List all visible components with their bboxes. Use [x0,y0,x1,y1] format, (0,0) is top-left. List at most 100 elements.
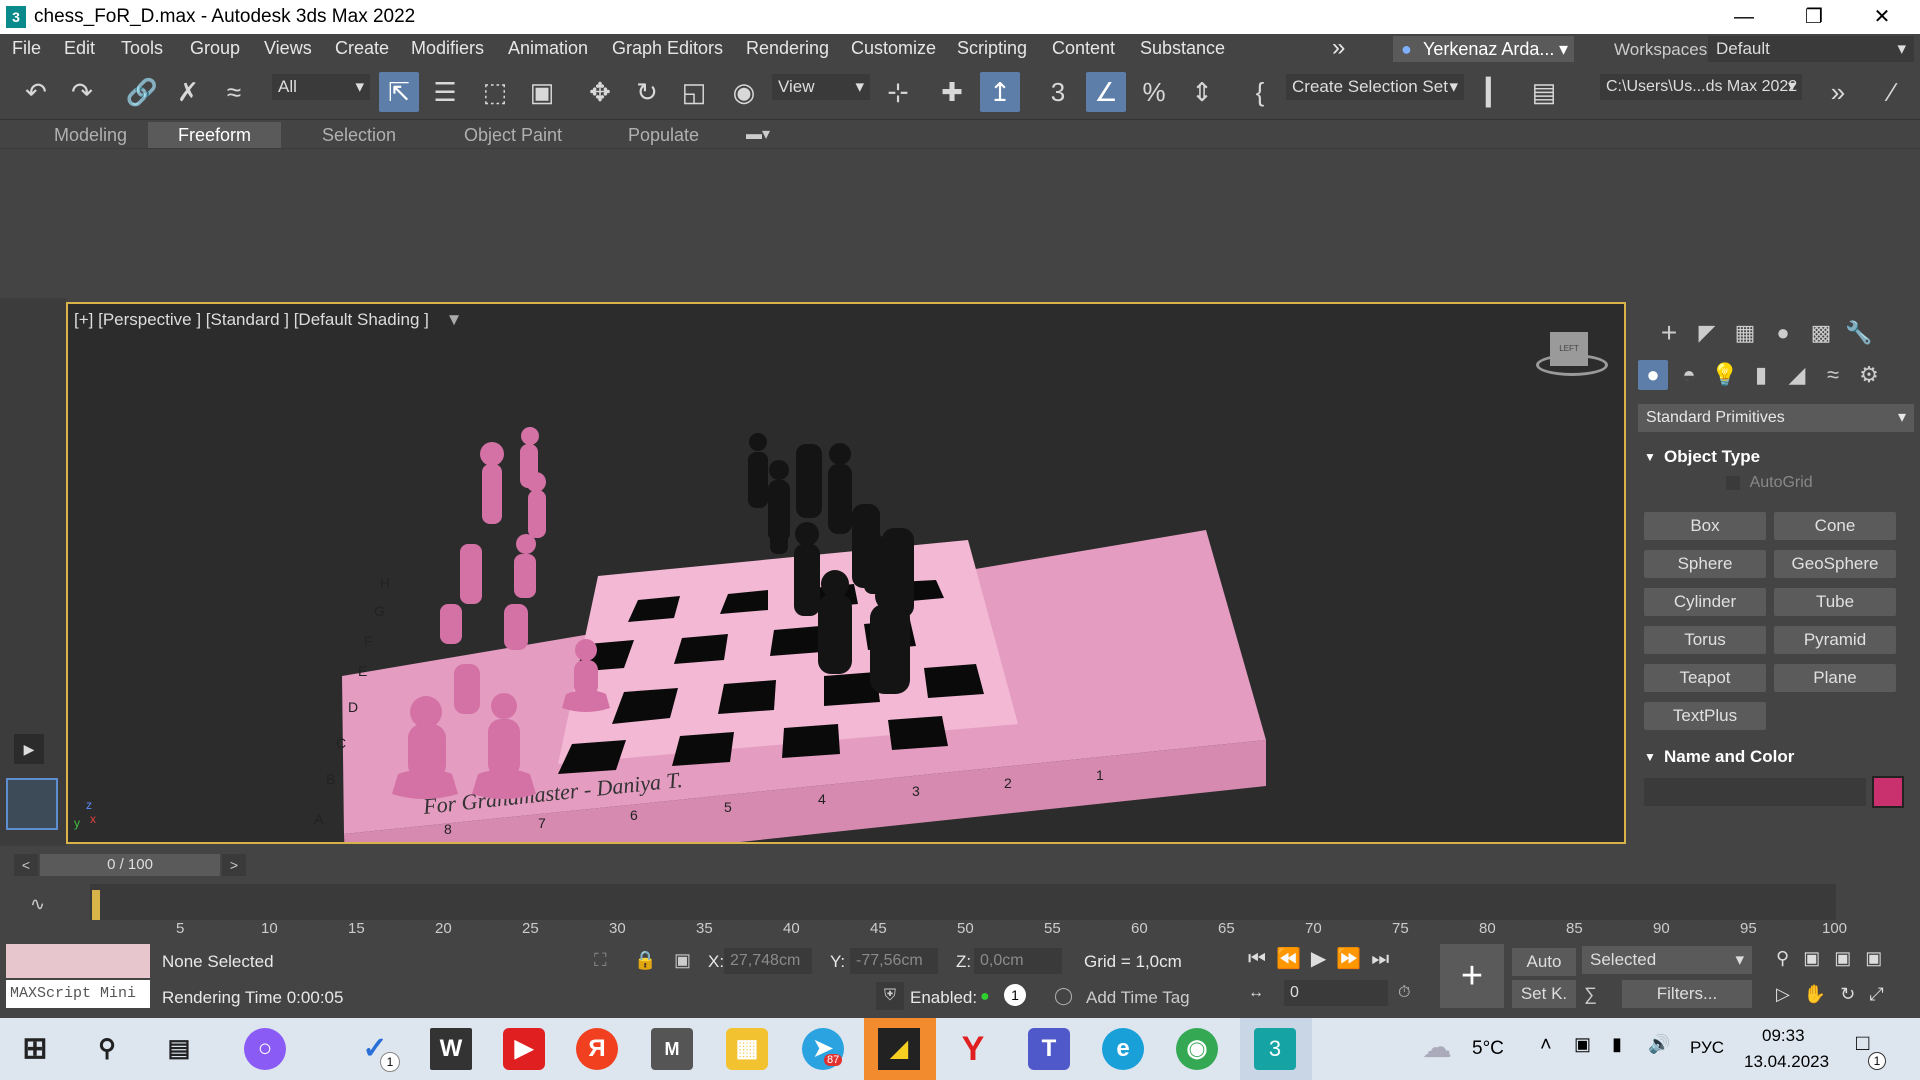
tab-modeling[interactable]: Modeling [24,122,157,148]
object-name-input[interactable] [1644,778,1866,806]
menu-group[interactable]: Group [190,38,240,59]
cameras-icon[interactable]: ▮ [1746,360,1776,390]
box-button[interactable]: Box [1644,512,1766,540]
hierarchy-tab-icon[interactable]: ▦ [1730,318,1760,348]
active-app-highlight[interactable]: 3 [1240,1018,1312,1080]
rectangular-selection-icon[interactable]: ⬚ [475,72,515,112]
snaps-toggle-icon[interactable]: 3 [1038,72,1078,112]
sphere-button[interactable]: Sphere [1644,550,1766,578]
field-of-view-icon[interactable]: ▷ [1776,984,1804,1004]
orbit-icon[interactable]: ↻ [1840,984,1869,1004]
next-frame-icon[interactable]: ⏩ [1336,948,1371,970]
frame-step-icon[interactable]: ↔ [1248,984,1264,1002]
spinner-snap-icon[interactable]: ⇕ [1182,72,1222,112]
time-config-icon[interactable]: ⏱ [1398,984,1410,1002]
display-tab-icon[interactable]: ▩ [1806,318,1836,348]
menu-tools[interactable]: Tools [121,38,163,59]
place-icon[interactable]: ◉ [724,72,764,112]
track-bar-ruler[interactable] [90,884,1836,920]
shield-icon[interactable]: ⛨ [876,982,904,1010]
youtube-icon[interactable]: ▶ [503,1028,545,1070]
object-color-swatch[interactable] [1872,776,1904,808]
menu-graph-editors[interactable]: Graph Editors [612,38,723,59]
menu-scripting[interactable]: Scripting [957,38,1027,59]
absolute-mode-icon[interactable]: ▣ [674,950,691,971]
zoom-icon[interactable]: ⚲ [1776,948,1803,968]
pyramid-button[interactable]: Pyramid [1774,626,1896,654]
cylinder-button[interactable]: Cylinder [1644,588,1766,616]
add-time-tag[interactable]: Add Time Tag [1086,988,1190,1008]
helpers-icon[interactable]: ◢ [1782,360,1812,390]
menu-edit[interactable]: Edit [64,38,95,59]
spacewarps-icon[interactable]: ≈ [1818,360,1848,390]
weather-temperature[interactable]: 5°C [1472,1038,1504,1060]
pivot-center-icon[interactable]: ⊹ [878,72,918,112]
tab-populate[interactable]: Populate [598,122,729,148]
menu-modifiers[interactable]: Modifiers [411,38,484,59]
angle-snap-icon[interactable]: ∠ [1086,72,1126,112]
close-button[interactable]: ✕ [1854,0,1910,34]
utilities-tab-icon[interactable]: 🔧 [1844,318,1874,348]
go-to-end-icon[interactable]: ⏭ [1371,948,1399,970]
workspaces-dropdown[interactable]: Default ▾ [1708,36,1914,62]
viewcube-ring[interactable] [1536,354,1608,376]
torus-button[interactable]: Torus [1644,626,1766,654]
menu-rendering[interactable]: Rendering [746,38,829,59]
menu-substance[interactable]: Substance [1140,38,1225,59]
viewcube[interactable]: LEFT [1536,332,1608,382]
unlink-icon[interactable]: ✗ [168,72,208,112]
tab-freeform[interactable]: Freeform [148,122,282,148]
menu-views[interactable]: Views [264,38,312,59]
set-key-button[interactable]: Set K. [1512,980,1576,1008]
menu-more-button[interactable]: » [1332,34,1345,62]
restore-button[interactable]: ❐ [1786,0,1842,34]
brush-icon[interactable]: ∕ [1872,72,1912,112]
search-icon[interactable]: ⚲ [86,1028,128,1070]
set-key-big-icon[interactable]: + [1440,944,1504,1008]
object-type-rollout[interactable]: ▼ Object Type [1638,444,1914,470]
align-icon[interactable]: ▤ [1524,72,1564,112]
input-language[interactable]: РУС [1690,1038,1724,1058]
menu-customize[interactable]: Customize [851,38,936,59]
zoom-extents-all-icon[interactable]: ▣ [1865,948,1896,968]
key-filter-dropdown[interactable]: Selected ▾ [1582,946,1752,974]
y-coordinate-input[interactable]: -77,56cm [850,948,938,974]
x-coordinate-input[interactable]: 27,748cm [724,948,812,974]
alice-assistant-icon[interactable]: ○ [244,1028,286,1070]
play-icon[interactable]: ▶ [1311,948,1336,970]
start-button-icon[interactable]: ⊞ [14,1028,56,1070]
maxscript-mini-input[interactable]: MAXScript Mini [6,980,150,1008]
modify-tab-icon[interactable]: ◤ [1692,318,1722,348]
teams-icon[interactable]: T [1028,1028,1070,1070]
create-tab-icon[interactable]: + [1654,318,1684,348]
redo-icon[interactable]: ↷ [62,72,102,112]
clock-time[interactable]: 09:33 [1762,1026,1805,1046]
perspective-viewport[interactable]: [+] [Perspective ] [Standard ] [Default … [66,302,1626,844]
named-selection-set-dropdown[interactable]: Create Selection Set ▾ [1286,74,1464,100]
minimize-button[interactable]: — [1716,0,1772,34]
undo-icon[interactable]: ↶ [16,72,56,112]
percent-snap-icon[interactable]: % [1134,72,1174,112]
3dsmax-taskbar-icon[interactable]: 3 [1254,1028,1296,1070]
menu-content[interactable]: Content [1052,38,1115,59]
edit-named-selection-icon[interactable]: { [1240,72,1280,112]
keyboard-shortcut-override-icon[interactable]: ↥ [980,72,1020,112]
checkbox-box[interactable] [1726,475,1740,490]
chrome-icon[interactable]: ◉ [1176,1028,1218,1070]
yandex-icon[interactable]: Я [576,1028,618,1070]
maximize-viewport-icon[interactable]: ⤢ [1869,984,1897,1004]
primitive-category-dropdown[interactable]: Standard Primitives ▾ [1638,404,1914,432]
zoom-extents-icon[interactable]: ▣ [1834,948,1865,968]
systems-icon[interactable]: ⚙ [1854,360,1884,390]
more-tools-icon[interactable]: » [1818,72,1858,112]
tab-selection[interactable]: Selection [292,122,426,148]
cone-button[interactable]: Cone [1774,512,1896,540]
selection-filter-dropdown[interactable]: All ▾ [272,74,370,100]
maxscript-listener-pane[interactable] [6,944,150,978]
sticky-notes-highlight[interactable]: ◢ [864,1018,936,1080]
file-explorer-icon[interactable]: ▦ [726,1028,768,1070]
track-bar[interactable]: ∿ 5 10 15 20 25 30 35 40 45 50 55 60 65 … [0,882,1920,940]
previous-frame-icon[interactable]: ⏪ [1276,948,1311,970]
go-to-start-icon[interactable]: ⏮ [1248,948,1276,970]
menu-file[interactable]: File [12,38,41,59]
